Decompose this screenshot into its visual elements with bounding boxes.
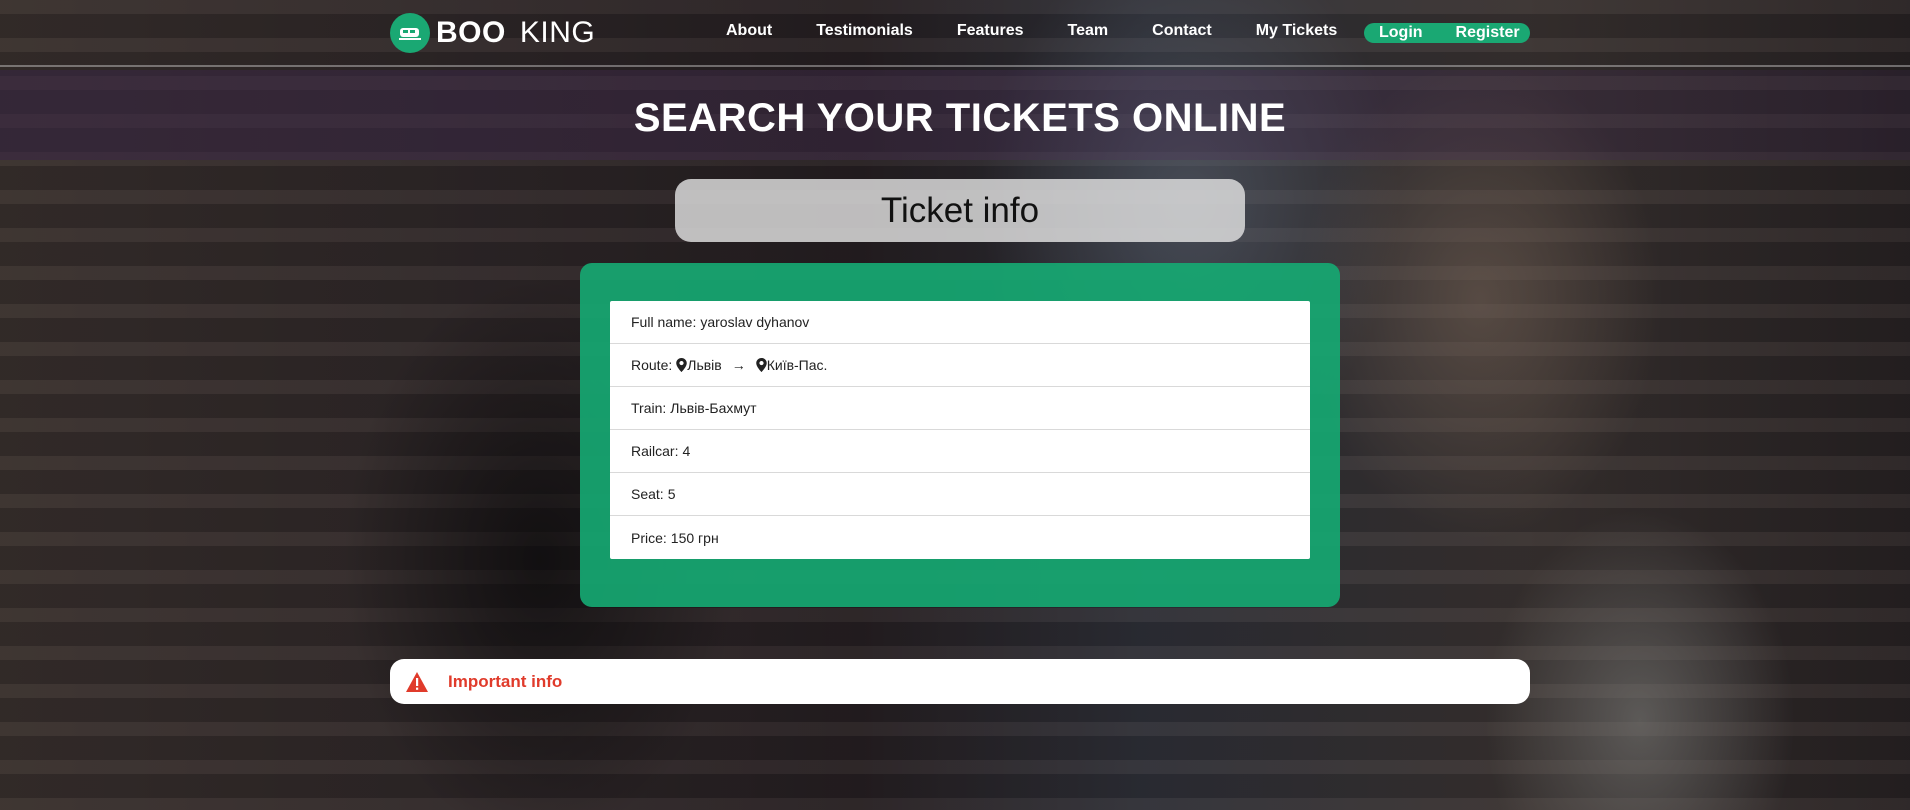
route-from: Львів [687,357,722,373]
warning-icon [406,671,428,692]
full-name-value: yaroslav dyhanov [700,314,810,330]
list-item-railcar: Railcar: 4 [610,430,1310,473]
register-button[interactable]: Register [1456,24,1520,42]
list-item-price: Price: 150 грн [610,516,1310,559]
nav-contact[interactable]: Contact [1152,22,1212,40]
map-pin-icon [755,358,767,372]
railcar-value: 4 [682,443,691,459]
nav-team[interactable]: Team [1068,22,1109,40]
train-icon [390,13,430,53]
seat-value: 5 [667,486,676,502]
list-item-seat: Seat: 5 [610,473,1310,516]
railcar-label: Railcar: [631,443,679,459]
auth-buttons: Login Register [1364,23,1530,43]
route-label: Route: [631,357,673,373]
brand-name-bold: BOO [436,16,506,49]
nav-my-tickets[interactable]: My Tickets [1256,22,1338,40]
section-title: Ticket info [675,179,1245,242]
list-item-route: Route: Львів → Київ-Пас. [610,344,1310,387]
full-name-label: Full name: [631,314,697,330]
map-pin-icon [676,358,687,372]
list-item-full-name: Full name: yaroslav dyhanov [610,301,1310,344]
price-label: Price: [631,529,667,546]
list-item-train: Train: Львів-Бахмут [610,387,1310,430]
brand-logo[interactable]: BOO KING [390,13,595,53]
brand-name-light: KING [519,16,596,49]
route-to: Київ-Пас. [766,357,828,373]
seat-label: Seat: [631,486,664,502]
nav-testimonials[interactable]: Testimonials [816,22,913,40]
page-title: SEARCH YOUR TICKETS ONLINE [633,96,1287,140]
site-header: BOO KING About Testimonials Features Tea… [0,0,1910,67]
train-value: Львів-Бахмут [670,400,757,416]
price-value: 150 грн [670,529,719,546]
main-nav: About Testimonials Features Team Contact… [726,22,1381,40]
important-info-text: Important info [448,671,563,691]
nav-about[interactable]: About [726,22,772,40]
login-button[interactable]: Login [1379,24,1423,42]
ticket-details-list: Full name: yaroslav dyhanov Route: Львів… [610,301,1310,559]
important-info-banner[interactable]: Important info [390,659,1530,704]
ticket-card: Full name: yaroslav dyhanov Route: Львів… [580,263,1340,607]
nav-features[interactable]: Features [957,22,1024,40]
train-label: Train: [631,400,667,416]
arrow-right-icon: → [731,357,746,373]
